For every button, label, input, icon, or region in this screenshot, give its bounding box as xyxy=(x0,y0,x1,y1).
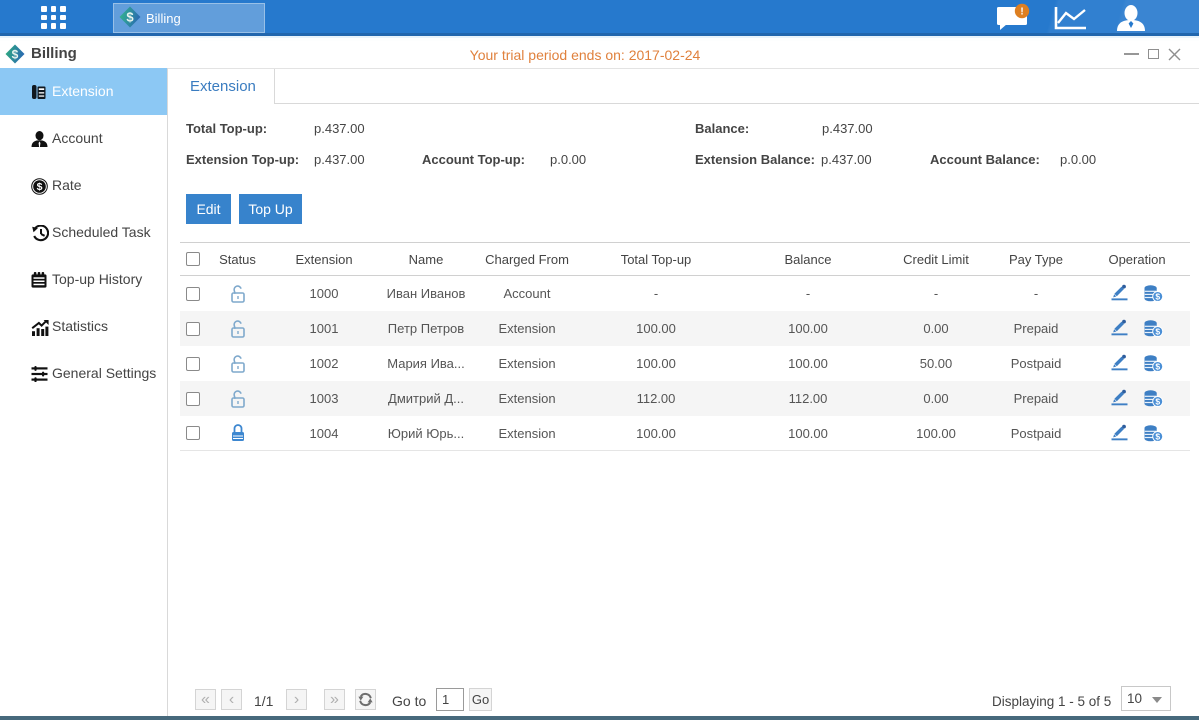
svg-text:$: $ xyxy=(1155,362,1160,372)
svg-text:$: $ xyxy=(1155,431,1160,441)
svg-text:$: $ xyxy=(1155,327,1160,337)
svg-text:$: $ xyxy=(126,10,134,25)
svg-text:$: $ xyxy=(1155,292,1160,302)
svg-text:$: $ xyxy=(37,181,43,193)
svg-text:$: $ xyxy=(1155,397,1160,407)
svg-text:!: ! xyxy=(1020,7,1023,18)
